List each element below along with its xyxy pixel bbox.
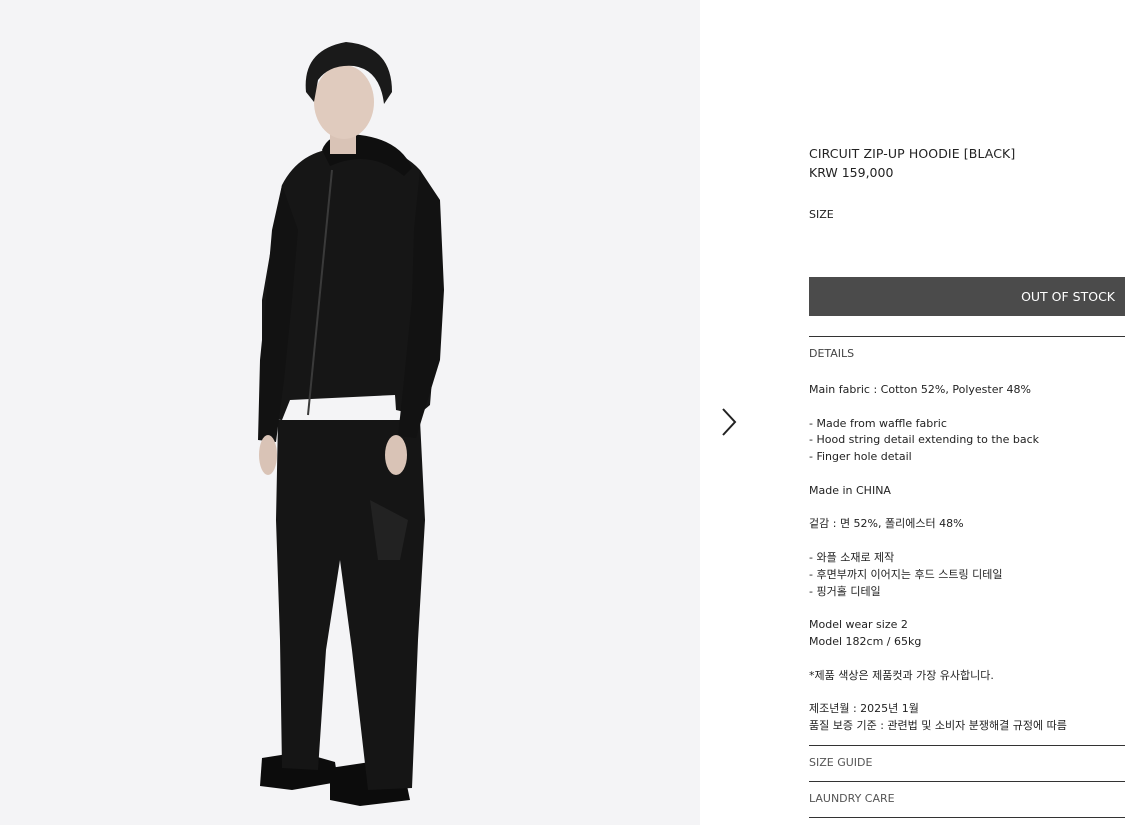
divider	[809, 817, 1125, 818]
out-of-stock-button[interactable]: OUT OF STOCK	[809, 277, 1125, 316]
origin-text: Made in CHINA	[809, 483, 891, 497]
color-note-text: *제품 색상은 제품컷과 가장 유사합니다.	[809, 668, 994, 682]
bullet-item-kr: - 후면부까지 이어지는 후드 스트링 디테일	[809, 567, 1003, 581]
model-figure	[258, 42, 444, 806]
quality-standard-text: 품질 보증 기준 : 관련법 및 소비자 분쟁해결 규정에 따름	[809, 718, 1067, 732]
divider	[809, 781, 1125, 782]
details-content: Main fabric : Cotton 52%, Polyester 48% …	[809, 382, 1125, 735]
product-price: KRW 159,000	[809, 165, 894, 180]
manufacture-date-text: 제조년월 : 2025년 1월	[809, 702, 919, 716]
divider	[809, 336, 1125, 337]
size-guide-link[interactable]: SIZE GUIDE	[809, 756, 872, 769]
bullet-item: - Finger hole detail	[809, 450, 912, 464]
next-image-button[interactable]	[712, 402, 746, 442]
model-body-text: Model 182cm / 65kg	[809, 634, 922, 648]
laundry-care-link[interactable]: LAUNDRY CARE	[809, 792, 895, 805]
bullet-item: - Hood string detail extending to the ba…	[809, 433, 1040, 447]
details-heading[interactable]: DETAILS	[809, 347, 854, 360]
chevron-right-icon	[722, 408, 737, 436]
bullet-item: - Made from waffle fabric	[809, 416, 947, 430]
product-info-panel: CIRCUIT ZIP-UP HOODIE [BLACK] KRW 159,00…	[809, 0, 1125, 825]
product-image	[0, 0, 700, 825]
fabric-text-kr: 겉감 : 면 52%, 폴리에스터 48%	[809, 517, 964, 531]
fabric-text: Main fabric : Cotton 52%, Polyester 48%	[809, 383, 1031, 396]
size-label: SIZE	[809, 208, 834, 221]
model-size-text: Model wear size 2	[809, 618, 908, 632]
out-of-stock-label: OUT OF STOCK	[1021, 289, 1115, 304]
bullet-item-kr: - 핑거홀 디테일	[809, 584, 881, 598]
divider	[809, 745, 1125, 746]
bullet-item-kr: - 와플 소재로 제작	[809, 550, 895, 564]
product-title: CIRCUIT ZIP-UP HOODIE [BLACK]	[809, 146, 1016, 161]
